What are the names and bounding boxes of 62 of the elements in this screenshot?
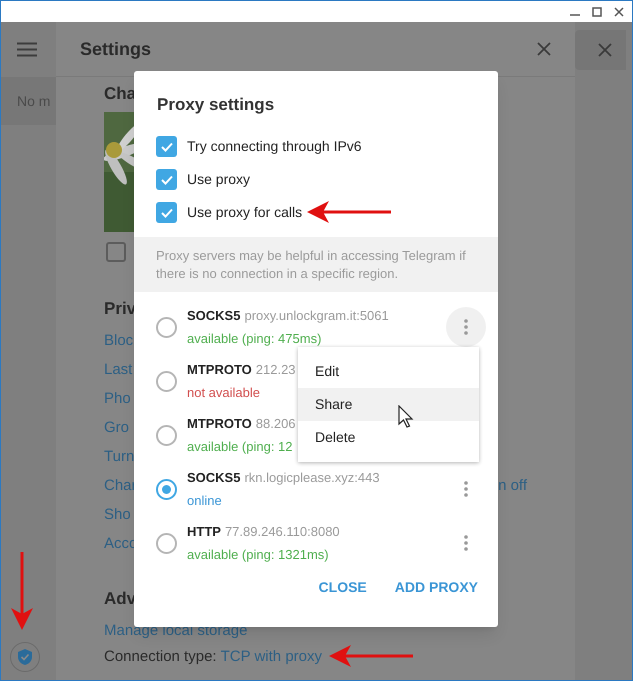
more-icon bbox=[464, 319, 468, 335]
checkbox-label: Use proxy for calls bbox=[187, 203, 302, 222]
proxy-status: available (ping: 12 bbox=[187, 438, 293, 456]
close-icon[interactable] bbox=[614, 6, 624, 16]
more-icon bbox=[464, 535, 468, 551]
proxy-type: MTPROTO bbox=[187, 415, 252, 433]
settings-link[interactable]: Pho bbox=[104, 388, 131, 411]
proxy-type: SOCKS5 bbox=[187, 307, 240, 325]
radio-button[interactable] bbox=[156, 370, 177, 392]
settings-link[interactable]: Bloc bbox=[104, 330, 134, 353]
connection-label: Connection type: bbox=[104, 647, 217, 667]
checkbox[interactable] bbox=[106, 242, 126, 262]
check-icon bbox=[160, 142, 172, 152]
check-icon bbox=[160, 174, 172, 184]
search-field[interactable] bbox=[575, 30, 626, 70]
radio-button[interactable] bbox=[156, 532, 177, 554]
maximize-icon[interactable] bbox=[592, 6, 602, 16]
proxy-type: MTPROTO bbox=[187, 361, 252, 379]
radio-button[interactable] bbox=[156, 478, 177, 500]
dialog-button[interactable]: CLOSE bbox=[310, 571, 375, 604]
note-text: Proxy servers may be helpful in accessing Telegram if there is no connection in a specific region. bbox=[156, 246, 467, 282]
proxy-address: 212.23 bbox=[256, 361, 296, 379]
menu-icon[interactable] bbox=[17, 42, 37, 57]
proxy-status: online bbox=[187, 492, 222, 510]
proxy-status: available (ping: 1321ms) bbox=[187, 546, 329, 564]
radio-button[interactable] bbox=[156, 424, 177, 446]
cursor-icon bbox=[398, 405, 414, 429]
checkbox[interactable] bbox=[156, 169, 177, 190]
dialog-title: Proxy settings bbox=[157, 94, 274, 116]
connection-link[interactable]: TCP with proxy bbox=[220, 647, 322, 667]
proxy-address: proxy.unlockgram.it:5061 bbox=[244, 307, 389, 325]
close-icon[interactable] bbox=[537, 42, 551, 56]
menu-item[interactable]: Edit bbox=[298, 355, 479, 388]
radio-button[interactable] bbox=[156, 316, 177, 338]
panel-title: Settings bbox=[80, 38, 152, 61]
more-button[interactable] bbox=[446, 307, 486, 347]
section-heading: Adv bbox=[104, 588, 136, 610]
checkbox[interactable] bbox=[156, 136, 177, 157]
proxy-type: SOCKS5 bbox=[187, 469, 240, 487]
menu-item[interactable]: Share bbox=[298, 388, 479, 421]
settings-link[interactable]: Sho bbox=[104, 504, 131, 527]
setting-value: n off bbox=[498, 476, 527, 496]
shield-icon bbox=[18, 649, 32, 665]
proxy-address: 88.206 bbox=[256, 415, 296, 433]
dialog-button[interactable]: ADD PROXY bbox=[386, 571, 486, 604]
proxy-status: available (ping: 475ms) bbox=[187, 330, 322, 348]
checkbox[interactable] bbox=[156, 202, 177, 223]
check-icon bbox=[160, 208, 172, 218]
proxy-address: rkn.logicplease.xyz:443 bbox=[244, 469, 380, 487]
section-heading: Priv bbox=[104, 298, 136, 320]
settings-link[interactable]: Gro bbox=[104, 417, 130, 440]
more-icon bbox=[464, 481, 468, 497]
menu-item[interactable]: Delete bbox=[298, 421, 479, 454]
settings-link[interactable]: Char bbox=[104, 475, 137, 498]
checkbox-label: Use proxy bbox=[187, 170, 250, 189]
proxy-address: 77.89.246.110:8080 bbox=[224, 523, 340, 541]
settings-link[interactable]: Last bbox=[104, 359, 132, 382]
proxy-type: HTTP bbox=[187, 523, 221, 541]
proxy-shield-button[interactable] bbox=[10, 642, 40, 672]
checkbox-label: Try connecting through IPv6 bbox=[187, 137, 362, 156]
settings-link[interactable]: Turn bbox=[104, 446, 134, 469]
proxy-status: not available bbox=[187, 384, 260, 402]
